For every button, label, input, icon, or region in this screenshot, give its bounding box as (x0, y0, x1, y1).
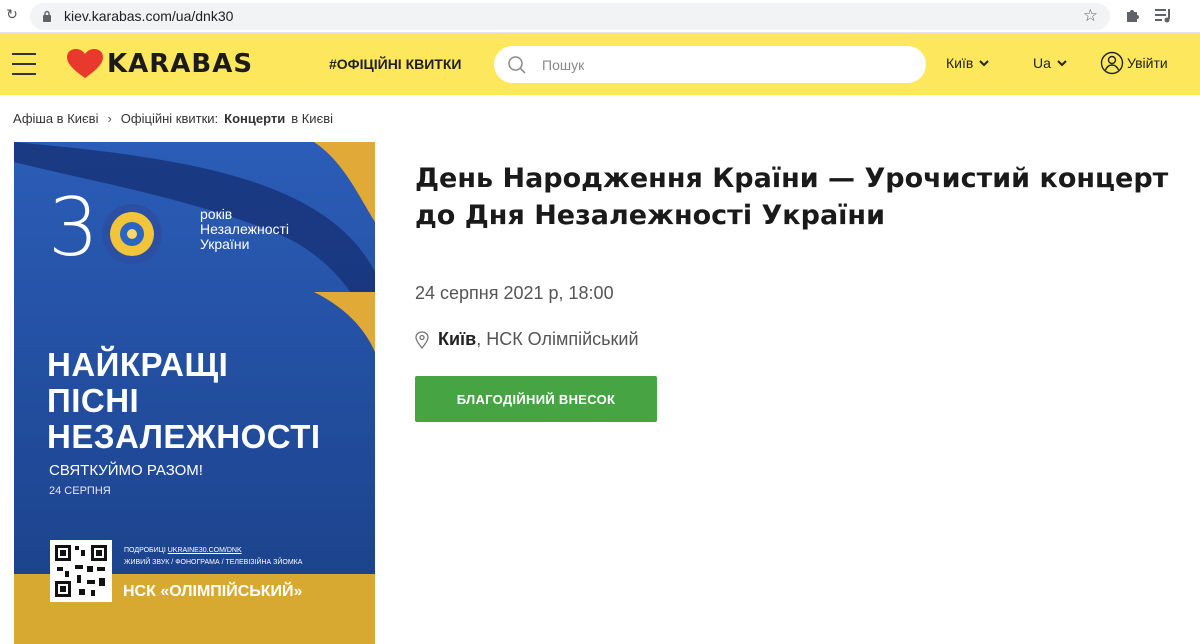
breadcrumb-concerts-link[interactable]: Концерти (224, 111, 285, 126)
browser-toolbar: ↻ kiev.karabas.com/ua/dnk30 ☆ (0, 0, 1200, 33)
poster-years-label: років Незалежності України (200, 207, 289, 252)
search-placeholder: Пошук (542, 57, 585, 73)
poster-subtitle: СВЯТКУЙМО РАЗОМ! (49, 462, 203, 479)
event-location[interactable]: Київ , НСК Олімпійський (415, 329, 639, 350)
poster-details: ПОДРОБИЦІ UKRAINE30.COM/DNK ЖИВИЙ ЗВУК /… (124, 545, 302, 569)
city-selector[interactable]: Київ (946, 55, 990, 71)
language-selector[interactable]: Ua (1033, 55, 1067, 71)
poster-venue: НСК «ОЛІМПІЙСЬКИЙ» (123, 583, 303, 600)
poster-number: 3 (48, 181, 99, 274)
event-venue: , НСК Олімпійський (476, 329, 639, 349)
poster-details-prefix: ПОДРОБИЦІ (124, 547, 166, 554)
lock-icon (43, 10, 51, 22)
city-label: Київ (946, 55, 974, 71)
poster-details-line2: ЖИВИЙ ЗВУК / ФОНОГРАМА / ТЕЛЕВІЗІЙНА ЗЙО… (124, 559, 303, 566)
poster-years-line1: років (200, 206, 233, 222)
poster-date: 24 СЕРПНЯ (49, 485, 111, 497)
event-poster[interactable]: 3 років Незалежності України НАЙКРАЩІ ПІ… (14, 142, 375, 644)
event-city: Київ (438, 329, 477, 349)
poster-years-line3: України (200, 236, 250, 252)
logo-text: KARABAS (107, 49, 254, 79)
user-icon (1100, 51, 1124, 75)
location-pin-icon (415, 330, 429, 349)
site-header: KARABAS #ОФІЦІЙНІ КВИТКИ Пошук Київ Ua У… (0, 33, 1200, 95)
breadcrumb-separator: › (107, 111, 112, 126)
login-button[interactable]: Увійти (1100, 51, 1168, 75)
search-input[interactable]: Пошук (494, 46, 926, 83)
poster-years-line2: Незалежності (200, 221, 289, 237)
poster-title-line3: НЕЗАЛЕЖНОСТІ (47, 418, 321, 455)
reload-icon[interactable]: ↻ (4, 6, 20, 22)
breadcrumb-official-tickets[interactable]: Офіційні квитки: (121, 111, 218, 126)
bookmark-star-icon[interactable]: ☆ (1083, 6, 1098, 26)
chevron-down-icon (979, 59, 990, 66)
breadcrumb-in-kyiv: в Києві (291, 111, 333, 126)
address-bar[interactable]: kiev.karabas.com/ua/dnk30 ☆ (30, 3, 1110, 30)
poster-details-link: UKRAINE30.COM/DNK (167, 547, 242, 554)
extensions-puzzle-icon[interactable] (1124, 6, 1142, 24)
language-label: Ua (1033, 55, 1051, 71)
poster-title-line1: НАЙКРАЩІ (47, 346, 229, 383)
menu-hamburger-icon[interactable] (12, 53, 36, 75)
poster-title-line2: ПІСНІ (47, 382, 140, 419)
official-tickets-tagline[interactable]: #ОФІЦІЙНІ КВИТКИ (329, 56, 461, 72)
login-label: Увійти (1127, 55, 1168, 71)
charity-donation-button[interactable]: БЛАГОДІЙНИЙ ВНЕСОК (415, 376, 657, 422)
flower-emblem (102, 204, 162, 264)
qr-code (50, 540, 112, 602)
event-datetime: 24 серпня 2021 р, 18:00 (415, 283, 614, 303)
event-title: День Народження Країни — Урочистий конце… (415, 163, 1169, 231)
heart-logo-icon (67, 49, 103, 78)
chevron-down-icon (1057, 59, 1067, 66)
poster-title: НАЙКРАЩІ ПІСНІ НЕЗАЛЕЖНОСТІ (47, 347, 321, 455)
breadcrumb-afisha-link[interactable]: Афіша в Києві (13, 111, 98, 126)
media-control-icon[interactable] (1154, 6, 1172, 24)
karabas-logo[interactable]: KARABAS (67, 49, 253, 79)
url-text: kiev.karabas.com/ua/dnk30 (64, 8, 234, 24)
breadcrumb: Афіша в Києві › Офіційні квитки: Концерт… (13, 111, 333, 126)
search-icon (508, 56, 526, 74)
